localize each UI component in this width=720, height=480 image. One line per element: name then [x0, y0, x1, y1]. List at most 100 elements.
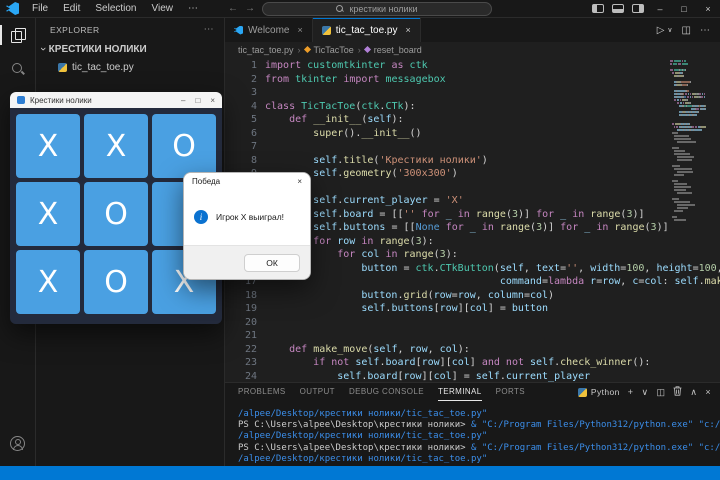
panel-actions: Python + ∨ ◫ ∧ × — [578, 386, 720, 398]
code-line: 2from tkinter import messagebox — [225, 73, 720, 87]
code-line: 19 self.buttons[row][col] = button — [225, 302, 720, 316]
tab-label: Welcome — [248, 25, 290, 36]
command-center-wrap: ← → крестики нолики — [228, 2, 492, 16]
ttt-cell[interactable]: O — [84, 182, 148, 246]
dialog-close-button[interactable]: × — [297, 177, 302, 186]
window-minimize-button[interactable]: – — [648, 0, 672, 17]
search-icon — [11, 62, 25, 76]
breadcrumb-method[interactable]: reset_board — [374, 45, 422, 55]
code-line: 18 button.grid(row=row, column=col) — [225, 289, 720, 303]
game-maximize-button[interactable]: □ — [195, 96, 200, 105]
chevron-down-icon: › — [37, 47, 49, 51]
game-minimize-button[interactable]: – — [181, 96, 185, 105]
ttt-cell[interactable]: O — [84, 250, 148, 314]
maximize-panel-button[interactable]: ∧ — [690, 387, 697, 398]
back-arrow-icon[interactable]: ← — [228, 3, 238, 14]
new-terminal-button[interactable]: + — [628, 387, 634, 397]
files-icon — [11, 28, 25, 42]
ttt-cell[interactable]: X — [16, 250, 80, 314]
command-center-search[interactable]: крестики нолики — [262, 2, 492, 16]
terminal-dropdown-icon[interactable]: ∨ — [641, 387, 648, 398]
command-center-text: крестики нолики — [349, 4, 417, 14]
run-button[interactable]: ▷ — [657, 25, 665, 36]
class-icon — [304, 46, 311, 53]
toggle-sidebar-icon[interactable] — [592, 4, 604, 13]
terminal-profile-badge[interactable]: Python — [578, 387, 620, 397]
close-panel-button[interactable]: × — [705, 387, 711, 397]
window-maximize-button[interactable]: □ — [672, 0, 696, 17]
account-icon — [10, 436, 25, 451]
split-editor-button[interactable]: ◫ — [682, 25, 691, 36]
window-close-button[interactable]: × — [696, 0, 720, 17]
code-line: 7 — [225, 140, 720, 154]
tab-debug-console[interactable]: DEBUG CONSOLE — [349, 383, 424, 401]
shell-name: Python — [591, 387, 620, 397]
python-file-icon — [322, 26, 331, 35]
explorer-activity-button[interactable] — [0, 18, 36, 52]
tree-file-item[interactable]: tic_tac_toe.py — [36, 58, 224, 76]
split-terminal-button[interactable]: ◫ — [656, 387, 665, 398]
terminal-line: /alpee/Desktop/крестики нолики/tic_tac_t… — [238, 431, 720, 442]
close-tab-icon[interactable]: × — [298, 25, 303, 35]
breadcrumb: tic_tac_toe.py › TicTacToe › reset_board — [225, 42, 720, 57]
menu-edit[interactable]: Edit — [56, 2, 87, 15]
tree-folder-root[interactable]: › КРЕСТИКИ НОЛИКИ — [36, 40, 224, 58]
search-icon — [336, 5, 344, 13]
tab-problems[interactable]: PROBLEMS — [238, 383, 286, 401]
info-icon — [194, 210, 208, 224]
tab-welcome[interactable]: Welcome × — [225, 18, 313, 42]
minimap[interactable] — [670, 60, 706, 222]
game-close-button[interactable]: × — [210, 96, 215, 105]
editor-tabbar: Welcome × tic_tac_toe.py × ▷ ∨ ◫ ⋯ — [225, 18, 720, 42]
tab-output[interactable]: OUTPUT — [300, 383, 335, 401]
tictactoe-title: Крестики нолики — [30, 96, 92, 105]
search-activity-button[interactable] — [0, 52, 36, 86]
menubar: File Edit Selection View ⋯ — [25, 2, 205, 15]
code-line: 4class TicTacToe(ctk.CTk): — [225, 100, 720, 114]
run-dropdown-icon[interactable]: ∨ — [667, 26, 672, 34]
dialog-titlebar[interactable]: Победа × — [184, 173, 310, 189]
breadcrumb-class[interactable]: TicTacToe — [314, 45, 354, 55]
tab-ports[interactable]: PORTS — [496, 383, 525, 401]
menu-file[interactable]: File — [25, 2, 55, 15]
dialog-footer: ОК — [184, 245, 310, 279]
account-button[interactable] — [0, 426, 36, 460]
toggle-panel-icon[interactable] — [612, 4, 624, 13]
welcome-tab-icon — [234, 26, 243, 35]
tab-tic-tac-toe[interactable]: tic_tac_toe.py × — [313, 18, 421, 42]
forward-arrow-icon[interactable]: → — [245, 3, 255, 14]
menu-overflow-button[interactable]: ⋯ — [181, 2, 205, 15]
terminal-line: PS C:\Users\alpee\Desktop\крестики нолик… — [238, 420, 720, 431]
toggle-secondary-sidebar-icon[interactable] — [632, 4, 644, 13]
file-name: tic_tac_toe.py — [72, 62, 134, 73]
explorer-more-actions-button[interactable]: ⋯ — [204, 24, 214, 35]
tictactoe-titlebar[interactable]: Крестики нолики – □ × — [10, 92, 222, 108]
breadcrumb-file[interactable]: tic_tac_toe.py — [238, 45, 294, 55]
terminal-content[interactable]: /alpee/Desktop/крестики нолики/tic_tac_t… — [225, 401, 720, 465]
bottom-panel: PROBLEMS OUTPUT DEBUG CONSOLE TERMINAL P… — [225, 382, 720, 466]
ttt-cell[interactable]: X — [84, 114, 148, 178]
code-line: 6 super().__init__() — [225, 127, 720, 141]
ok-button[interactable]: ОК — [244, 254, 300, 272]
explorer-header: EXPLORER ⋯ — [36, 18, 224, 40]
menu-view[interactable]: View — [145, 2, 181, 15]
trash-icon — [673, 386, 682, 396]
breadcrumb-separator: › — [298, 45, 301, 55]
menu-selection[interactable]: Selection — [88, 2, 143, 15]
victory-dialog: Победа × Игрок X выиграл! ОК — [183, 172, 311, 280]
code-line: 5 def __init__(self): — [225, 113, 720, 127]
ttt-cell[interactable]: O — [152, 114, 216, 178]
status-bar[interactable] — [0, 466, 720, 480]
close-tab-icon[interactable]: × — [405, 25, 410, 35]
terminal-line: PS C:\Users\alpee\Desktop\крестики нолик… — [238, 443, 720, 454]
more-actions-button[interactable]: ⋯ — [700, 25, 710, 36]
ttt-cell[interactable]: X — [16, 114, 80, 178]
vscode-window: File Edit Selection View ⋯ ← → крестики … — [0, 0, 720, 480]
titlebar: File Edit Selection View ⋯ ← → крестики … — [0, 0, 720, 18]
method-icon — [364, 46, 371, 53]
tictactoe-app-icon — [17, 96, 25, 104]
tab-terminal[interactable]: TERMINAL — [438, 383, 482, 401]
dialog-message: Игрок X выиграл! — [216, 212, 284, 222]
ttt-cell[interactable]: X — [16, 182, 80, 246]
kill-terminal-button[interactable] — [673, 386, 682, 398]
